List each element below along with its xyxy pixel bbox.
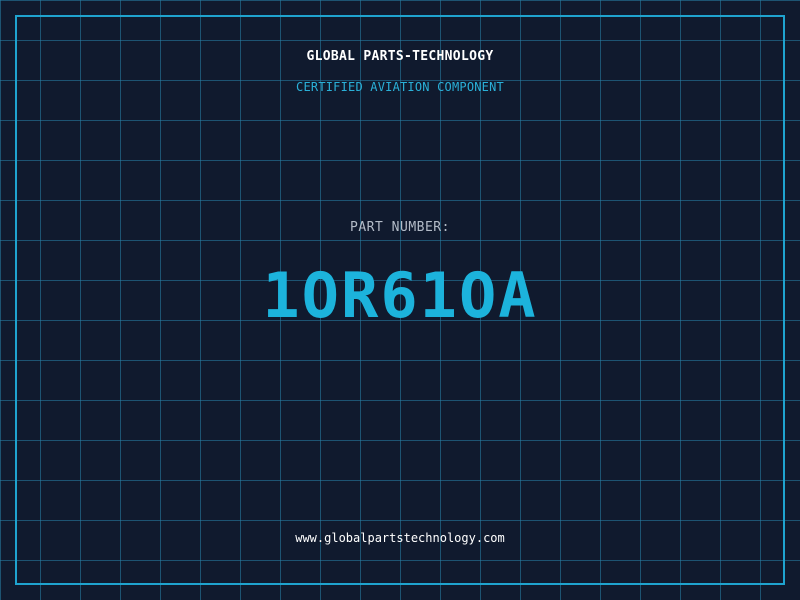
brand-subtitle: CERTIFIED AVIATION COMPONENT	[296, 80, 504, 94]
website-url: www.globalpartstechnology.com	[295, 531, 505, 545]
part-number-value: 1OR61OA	[262, 259, 538, 332]
brand-name: GLOBAL PARTS-TECHNOLOGY	[306, 49, 494, 64]
part-number-label: PART NUMBER:	[350, 220, 450, 235]
